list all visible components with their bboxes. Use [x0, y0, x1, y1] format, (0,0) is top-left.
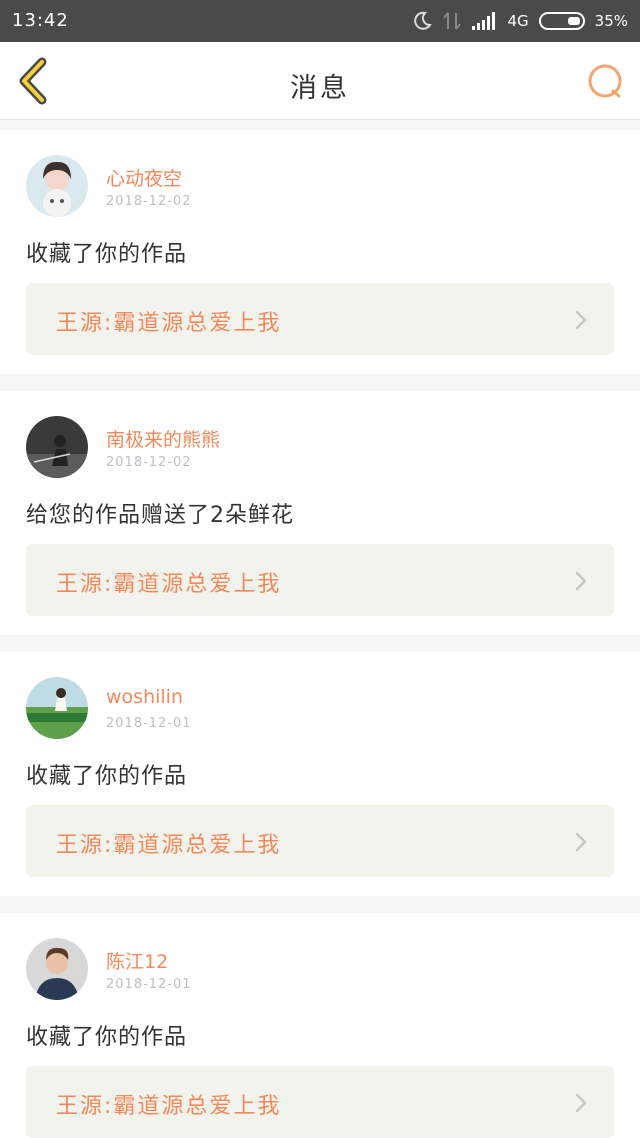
avatar[interactable]: [26, 155, 88, 217]
chevron-right-icon: [575, 310, 587, 330]
message-date: 2018-12-01: [106, 977, 192, 992]
network-type: 4G: [507, 12, 529, 30]
message-text: 给您的作品赠送了2朵鲜花: [26, 503, 294, 528]
message-card: 陈江12 2018-12-01 收藏了你的作品 王源:霸道源总爱上我: [0, 913, 640, 1138]
work-link[interactable]: 王源:霸道源总爱上我: [26, 544, 614, 616]
avatar[interactable]: [26, 938, 88, 1000]
message-card: woshilin 2018-12-01 收藏了你的作品 王源:霸道源总爱上我: [0, 652, 640, 896]
work-title: 王源:霸道源总爱上我: [56, 833, 282, 858]
search-icon[interactable]: [586, 62, 626, 102]
username[interactable]: woshilin: [106, 686, 183, 708]
avatar[interactable]: [26, 677, 88, 739]
message-date: 2018-12-02: [106, 194, 192, 209]
chevron-right-icon: [575, 832, 587, 852]
work-link[interactable]: 王源:霸道源总爱上我: [26, 283, 614, 355]
chevron-right-icon: [575, 1093, 587, 1113]
work-title: 王源:霸道源总爱上我: [56, 1094, 282, 1119]
do-not-disturb-moon-icon: [414, 11, 433, 30]
work-title: 王源:霸道源总爱上我: [56, 572, 282, 597]
message-card: 心动夜空 2018-12-02 收藏了你的作品 王源:霸道源总爱上我: [0, 130, 640, 374]
username[interactable]: 陈江12: [106, 947, 168, 974]
status-time: 13:42: [12, 10, 69, 31]
data-transfer-icon: [443, 12, 462, 30]
username[interactable]: 南极来的熊熊: [106, 425, 220, 452]
top-nav-bar: 消息: [0, 42, 640, 120]
work-title: 王源:霸道源总爱上我: [56, 311, 282, 336]
work-link[interactable]: 王源:霸道源总爱上我: [26, 1066, 614, 1138]
status-bar: 13:42 4G 35%: [0, 0, 640, 42]
battery-icon: [538, 12, 585, 30]
message-date: 2018-12-01: [106, 716, 192, 731]
message-text: 收藏了你的作品: [26, 1025, 188, 1050]
username[interactable]: 心动夜空: [106, 164, 182, 191]
message-text: 收藏了你的作品: [26, 242, 188, 267]
status-icons: 4G 35%: [411, 8, 628, 34]
battery-percent: 35%: [594, 12, 628, 30]
message-card: 南极来的熊熊 2018-12-02 给您的作品赠送了2朵鲜花 王源:霸道源总爱上…: [0, 391, 640, 635]
avatar[interactable]: [26, 416, 88, 478]
signal-icon: [472, 12, 496, 30]
message-date: 2018-12-02: [106, 455, 192, 470]
message-text: 收藏了你的作品: [26, 764, 188, 789]
chevron-right-icon: [575, 571, 587, 591]
work-link[interactable]: 王源:霸道源总爱上我: [26, 805, 614, 877]
message-list: 心动夜空 2018-12-02 收藏了你的作品 王源:霸道源总爱上我 南极来的熊…: [0, 130, 640, 1138]
page-title: 消息: [290, 73, 350, 104]
